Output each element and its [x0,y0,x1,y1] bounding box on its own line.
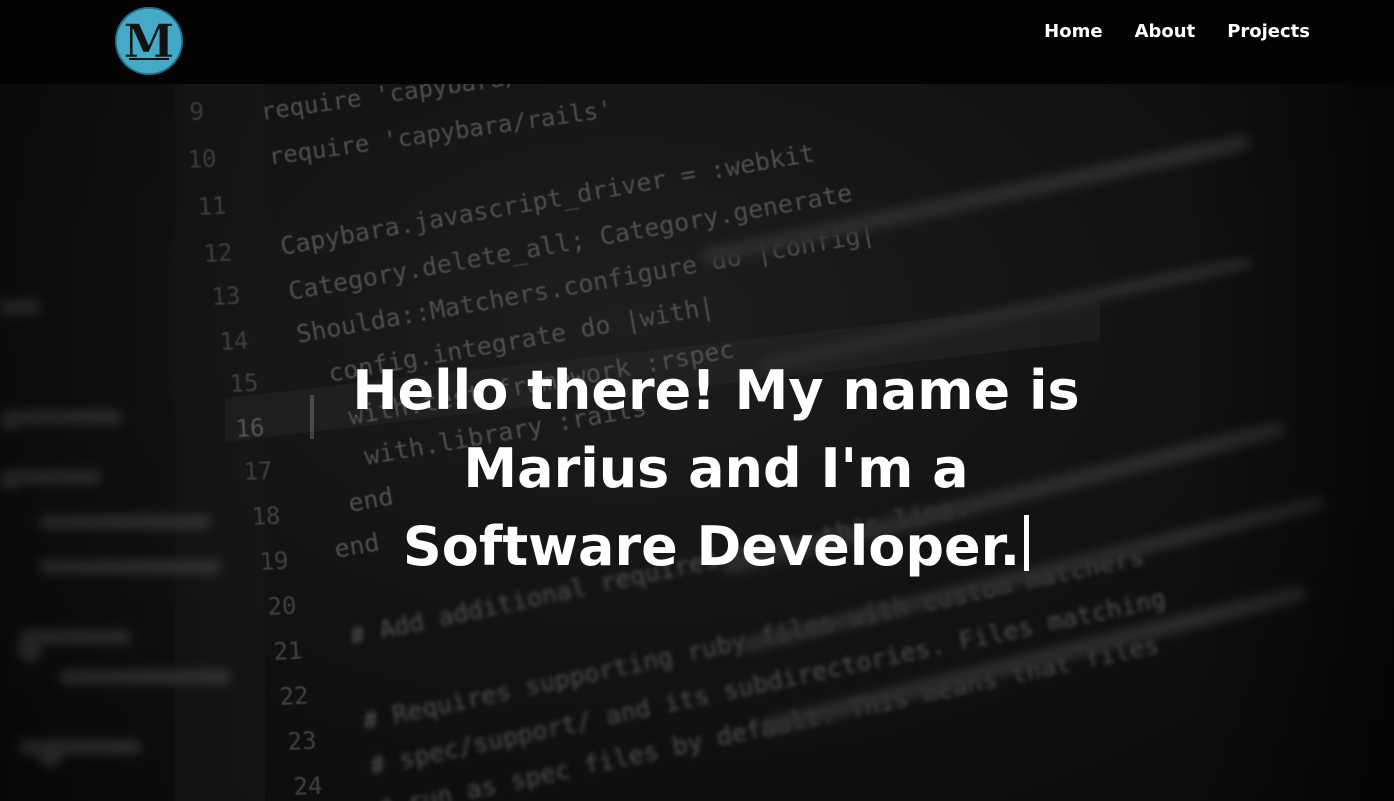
hero-line-3: Software Developer. [402,515,1021,578]
top-navbar: M Home About Projects [0,0,1394,84]
typing-cursor [1024,515,1030,571]
nav-link-projects[interactable]: Projects [1227,20,1310,44]
nav-link-about[interactable]: About [1135,20,1196,44]
hero-line-2: Marius and I'm a [463,437,969,500]
main-navigation: Home About Projects [1044,20,1310,44]
nav-link-home[interactable]: Home [1044,20,1102,44]
logo-m-icon: M [115,7,183,75]
page: 9 10 11 12 13 14 15 16 17 18 19 20 21 22… [0,0,1394,801]
site-logo[interactable]: M [115,7,183,75]
hero-headline: Hello there! My name is Marius and I'm a… [330,352,1102,586]
hero-line-1: Hello there! My name is [352,359,1080,422]
